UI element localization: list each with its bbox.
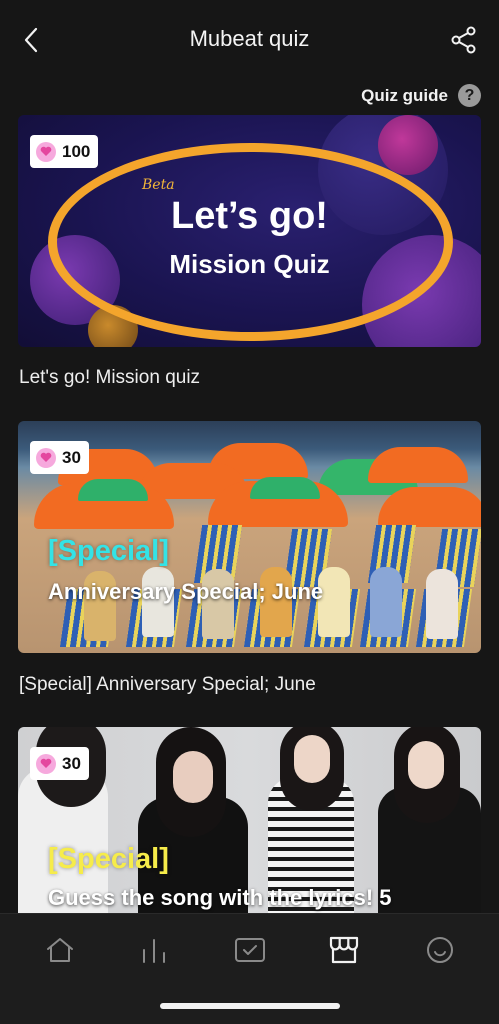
quiz-card-lyrics[interactable]: 30 [Special] Guess the song with the lyr… — [18, 727, 481, 927]
quiz-guide-label: Quiz guide — [361, 85, 448, 105]
special-tag: [Special] — [48, 535, 169, 567]
points-value: 30 — [62, 447, 81, 467]
store-icon — [329, 936, 359, 964]
umbrella — [250, 477, 320, 499]
points-badge: 30 — [30, 441, 89, 474]
banner-headline: Let’s go! — [171, 195, 328, 237]
heart-icon — [36, 753, 56, 774]
quiz-card-anniversary[interactable]: 30 [Special] Anniversary Special; June — [18, 421, 481, 653]
page-title: Mubeat quiz — [189, 26, 310, 51]
umbrella — [378, 487, 481, 527]
banner-ring — [48, 143, 453, 341]
quiz-screen: Mubeat quiz Quiz guide ? 100 Beta Let’s … — [0, 0, 499, 1024]
quiz-card-caption[interactable]: [Special] Anniversary Special; June — [19, 674, 316, 696]
face — [408, 741, 444, 789]
home-icon — [47, 938, 73, 962]
tab-store[interactable] — [324, 930, 364, 970]
decor-bubble — [378, 115, 438, 175]
header: Mubeat quiz — [0, 0, 499, 80]
quiz-card-mission[interactable]: 100 Beta Let’s go! Mission Quiz — [18, 115, 481, 347]
share-icon — [451, 26, 476, 54]
umbrella — [368, 447, 468, 483]
face — [173, 751, 213, 803]
tab-quiz[interactable] — [230, 930, 270, 970]
quiz-check-icon — [235, 938, 265, 962]
smile-icon — [427, 937, 453, 963]
points-badge: 100 — [30, 135, 99, 168]
heart-icon — [36, 447, 56, 468]
banner-title: Guess the song with the lyrics! 5 — [48, 885, 392, 910]
face — [294, 735, 330, 783]
person — [426, 569, 458, 639]
umbrella — [78, 479, 148, 501]
tab-profile[interactable] — [420, 930, 460, 970]
points-value: 100 — [62, 141, 91, 161]
tab-chart[interactable] — [134, 930, 174, 970]
share-button[interactable] — [447, 22, 481, 58]
special-tag: [Special] — [48, 843, 169, 875]
heart-icon — [36, 141, 56, 162]
beta-label: Beta — [142, 177, 175, 193]
banner-subheadline: Mission Quiz — [169, 249, 330, 279]
tab-home[interactable] — [40, 930, 80, 970]
points-value: 30 — [62, 753, 81, 773]
points-badge: 30 — [30, 747, 89, 780]
quiz-card-caption[interactable]: Let's go! Mission quiz — [19, 367, 200, 389]
help-icon: ? — [458, 84, 481, 107]
chart-icon — [143, 939, 165, 963]
quiz-guide-link[interactable]: Quiz guide ? — [361, 84, 481, 107]
person — [370, 567, 402, 637]
home-indicator — [160, 1003, 340, 1009]
banner-title: Anniversary Special; June — [48, 579, 324, 604]
